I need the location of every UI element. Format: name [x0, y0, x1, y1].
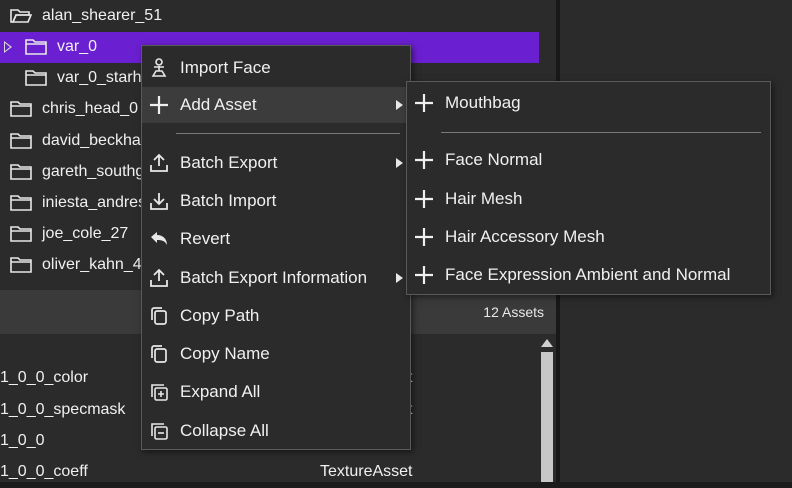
asset-name: 1_0_0_specmask	[0, 401, 126, 418]
folder-open-icon	[10, 9, 32, 23]
upload-icon	[150, 268, 168, 287]
submenu-item-label: Hair Accessory Mesh	[445, 227, 605, 246]
assets-count: 12 Assets	[483, 304, 544, 320]
plus-icon	[415, 151, 433, 169]
menu-item-label: Copy Name	[180, 344, 270, 363]
vertical-scrollbar[interactable]	[538, 334, 556, 482]
plus-icon	[415, 94, 433, 112]
collapse-all-icon	[151, 423, 168, 440]
submenu-item-face-expression[interactable]: Face Expression Ambient and Normal	[407, 257, 770, 293]
person-icon	[151, 58, 167, 77]
tree-item-label: david_beckham	[42, 132, 155, 149]
menu-item-label: Copy Path	[180, 306, 260, 325]
tree-item[interactable]: alan_shearer_51	[0, 1, 556, 32]
expand-arrow-icon[interactable]	[4, 41, 12, 53]
menu-item-copy-name[interactable]: Copy Name	[142, 336, 410, 372]
table-row[interactable]: 1_0_0_coeff TextureAsset	[0, 458, 530, 488]
submenu-item-mouthbag[interactable]: Mouthbag	[407, 85, 770, 121]
folder-icon	[10, 133, 32, 149]
plus-icon	[415, 190, 433, 208]
folder-icon	[10, 226, 32, 242]
scroll-up-icon[interactable]	[541, 339, 553, 347]
asset-name: 1_0_0_color	[0, 369, 89, 386]
tree-item-label: alan_shearer_51	[42, 7, 163, 24]
tree-item-label: var_0	[57, 38, 98, 55]
menu-item-batch-export-information[interactable]: Batch Export Information	[142, 260, 410, 296]
submenu-item-label: Face Normal	[445, 150, 543, 169]
folder-icon	[10, 164, 32, 180]
menu-item-label: Add Asset	[180, 95, 257, 114]
upload-icon	[150, 153, 168, 172]
menu-item-label: Batch Export Information	[180, 268, 368, 287]
tree-item-label: iniesta_andres	[42, 194, 147, 211]
menu-item-label: Collapse All	[180, 421, 269, 440]
submenu-item-face-normal[interactable]: Face Normal	[407, 142, 770, 178]
asset-name: 1_0_0_coeff	[0, 463, 88, 480]
undo-icon	[151, 232, 167, 245]
folder-icon	[25, 39, 47, 55]
asset-name: 1_0_0	[0, 432, 45, 449]
submenu-item-hair-accessory-mesh[interactable]: Hair Accessory Mesh	[407, 219, 770, 255]
plus-icon	[415, 266, 433, 284]
menu-item-collapse-all[interactable]: Collapse All	[142, 413, 410, 449]
menu-item-label: Batch Import	[180, 191, 277, 210]
submenu-item-label: Hair Mesh	[445, 189, 523, 208]
copy-icon	[151, 307, 167, 325]
menu-item-label: Import Face	[180, 58, 271, 77]
menu-item-copy-path[interactable]: Copy Path	[142, 298, 410, 334]
context-menu: Import Face Add Asset Batch Export Batch…	[141, 45, 411, 450]
menu-divider	[176, 133, 400, 134]
asset-type: TextureAsset	[320, 463, 413, 480]
menu-item-batch-export[interactable]: Batch Export	[142, 145, 410, 181]
tree-item-label: joe_cole_27	[42, 225, 129, 242]
menu-item-batch-import[interactable]: Batch Import	[142, 183, 410, 219]
menu-divider	[441, 132, 761, 133]
tree-item-label: oliver_kahn_4	[42, 256, 142, 273]
menu-item-add-asset[interactable]: Add Asset	[142, 87, 410, 123]
add-asset-submenu: Mouthbag Face Normal Hair Mesh Hair Acce…	[406, 81, 771, 295]
tree-item-label: chris_head_0	[42, 100, 139, 117]
chevron-right-icon	[396, 158, 403, 168]
menu-item-label: Expand All	[180, 382, 261, 401]
chevron-right-icon	[396, 100, 403, 110]
submenu-item-label: Face Expression Ambient and Normal	[445, 265, 731, 284]
folder-icon	[25, 70, 47, 86]
menu-item-label: Revert	[180, 229, 231, 248]
folder-icon	[10, 257, 32, 273]
menu-item-label: Batch Export	[180, 153, 278, 172]
scrollbar-thumb[interactable]	[541, 352, 553, 482]
menu-item-revert[interactable]: Revert	[142, 221, 410, 257]
download-icon	[150, 193, 168, 210]
chevron-right-icon	[396, 273, 403, 283]
submenu-item-hair-mesh[interactable]: Hair Mesh	[407, 181, 770, 217]
copy-icon	[151, 345, 167, 363]
plus-icon	[415, 228, 433, 246]
plus-icon	[150, 96, 168, 114]
folder-icon	[10, 101, 32, 117]
submenu-item-label: Mouthbag	[445, 93, 521, 112]
menu-item-expand-all[interactable]: Expand All	[142, 374, 410, 410]
menu-item-import-face[interactable]: Import Face	[142, 50, 410, 86]
expand-all-icon	[151, 384, 168, 401]
folder-icon	[10, 195, 32, 211]
